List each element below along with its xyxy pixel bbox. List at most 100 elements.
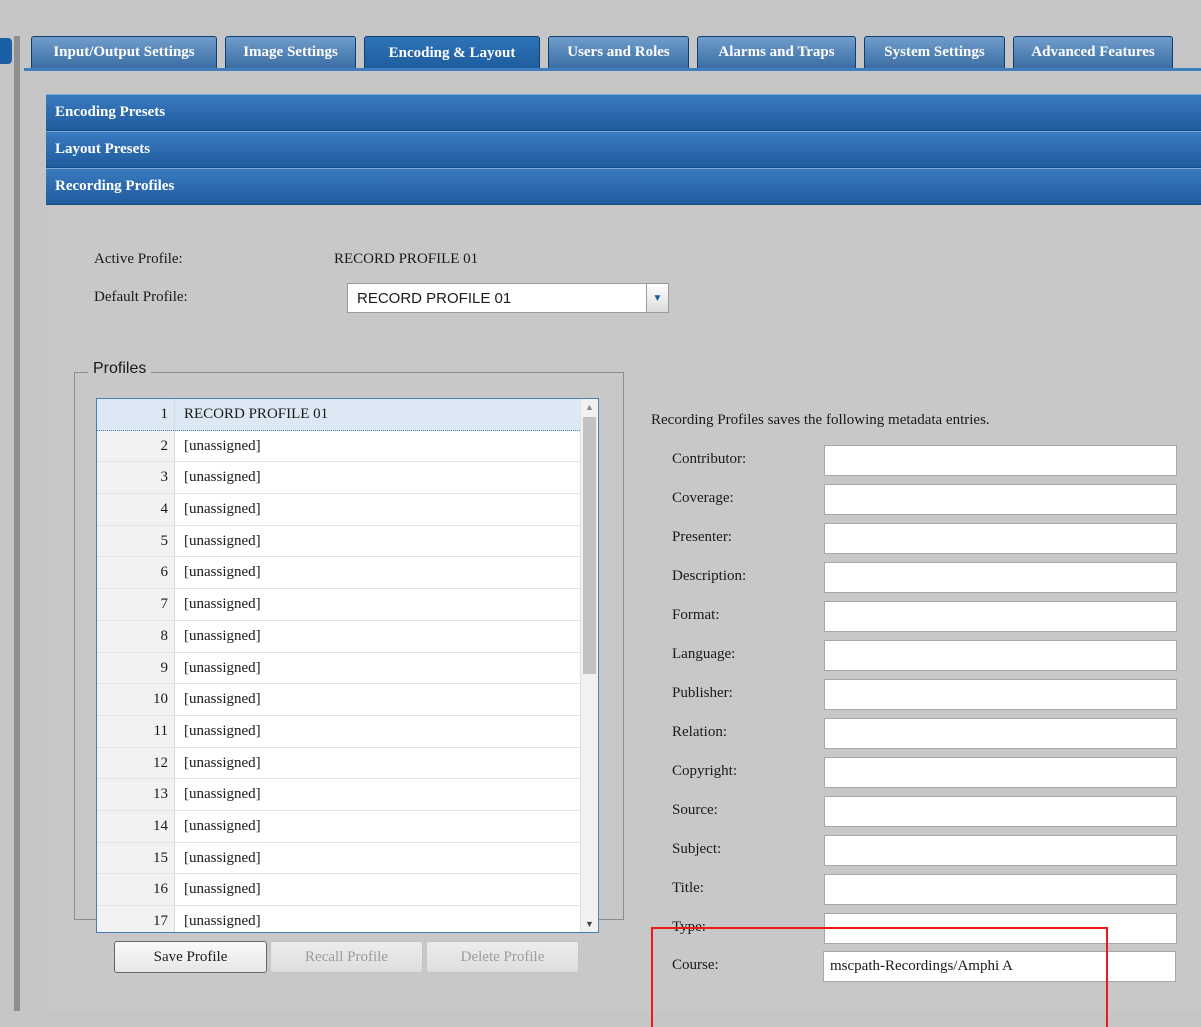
description-label: Description: [672,568,747,584]
profile-row-number: 15 [97,842,175,874]
profile-row-name: [unassigned] [184,817,261,834]
coverage-input[interactable] [824,484,1177,515]
tab-encoding-layout[interactable]: Encoding & Layout [364,36,540,70]
description-input[interactable] [824,562,1177,593]
profile-row[interactable]: 12 [unassigned] [97,747,598,780]
contributor-label: Contributor: [672,451,747,467]
presenter-input[interactable] [824,523,1177,554]
profile-row-name: [unassigned] [184,501,261,518]
profile-row[interactable]: 10 [unassigned] [97,684,598,716]
tab-input-output-settings[interactable]: Input/Output Settings [31,36,217,68]
default-profile-label: Default Profile: [94,289,188,305]
subject-label: Subject: [672,841,722,857]
metadata-intro: Recording Profiles saves the following m… [651,412,990,428]
left-gutter [0,0,24,1011]
profile-row-name: [unassigned] [184,469,261,486]
tab-system-settings[interactable]: System Settings [864,36,1005,68]
profile-row[interactable]: 11 [unassigned] [97,715,598,748]
profile-row-name: [unassigned] [184,881,261,898]
section-layout-presets[interactable]: Layout Presets [46,131,1201,168]
save-profile-button[interactable]: Save Profile [114,941,267,973]
profile-row[interactable]: 17 [unassigned] [97,906,598,932]
coverage-label: Coverage: [672,490,734,506]
profile-row-number: 13 [97,779,175,810]
profile-row[interactable]: 9 [unassigned] [97,652,598,685]
profile-row-number: 1 [97,399,175,430]
scroll-down-icon[interactable]: ▼ [581,916,598,932]
format-input[interactable] [824,601,1177,632]
publisher-label: Publisher: [672,685,733,701]
language-label: Language: [672,646,736,662]
profile-row-name: [unassigned] [184,691,261,708]
profile-row-name: [unassigned] [184,564,261,581]
section-recording-profiles[interactable]: Recording Profiles [46,168,1201,205]
title-label: Title: [672,880,704,896]
profile-row[interactable]: 3 [unassigned] [97,462,598,495]
profile-row[interactable]: 13 [unassigned] [97,779,598,811]
subject-input[interactable] [824,835,1177,866]
profile-row-name: [unassigned] [184,786,261,803]
copyright-input[interactable] [824,757,1177,788]
delete-profile-button[interactable]: Delete Profile [426,941,579,973]
publisher-input[interactable] [824,679,1177,710]
profile-row[interactable]: 2 [unassigned] [97,430,598,463]
section-title: Encoding Presets [55,104,166,120]
profile-row-name: [unassigned] [184,437,261,454]
recall-profile-button[interactable]: Recall Profile [270,941,423,973]
format-label: Format: [672,607,720,623]
contributor-input[interactable] [824,445,1177,476]
profile-row-number: 16 [97,874,175,905]
profiles-list[interactable]: 1 RECORD PROFILE 01 2 [unassigned] 3 [unassig… [96,398,599,933]
tab-alarms-and-traps[interactable]: Alarms and Traps [697,36,856,68]
profile-row[interactable]: 16 [unassigned] [97,874,598,906]
tab-advanced-features[interactable]: Advanced Features [1013,36,1173,68]
profile-row-name: [unassigned] [184,596,261,613]
tab-users-and-roles[interactable]: Users and Roles [548,36,689,68]
profiles-legend: Profiles [88,360,152,378]
profile-row-number: 9 [97,652,175,684]
chevron-down-icon[interactable]: ▼ [646,284,668,312]
profile-row-number: 10 [97,684,175,715]
scroll-up-icon[interactable]: ▲ [581,399,598,415]
profile-row-number: 6 [97,557,175,589]
profile-row-name: [unassigned] [184,913,261,929]
tab-image-settings[interactable]: Image Settings [225,36,356,68]
left-splitter[interactable] [14,36,20,1011]
scroll-thumb[interactable] [583,417,596,674]
active-profile-label: Active Profile: [94,251,183,267]
profile-row-number: 3 [97,462,175,494]
profile-row[interactable]: 7 [unassigned] [97,589,598,621]
profile-row-name: [unassigned] [184,754,261,771]
profile-row[interactable]: 15 [unassigned] [97,842,598,875]
presenter-label: Presenter: [672,529,732,545]
profile-row[interactable]: 14 [unassigned] [97,810,598,843]
section-title: Layout Presets [55,141,151,157]
profile-row[interactable]: 6 [unassigned] [97,557,598,590]
default-profile-select[interactable]: RECORD PROFILE 01 ▼ [347,283,669,313]
profile-row[interactable]: 8 [unassigned] [97,620,598,653]
profile-row-number: 2 [97,430,175,462]
tab-bar: Input/Output Settings Image Settings Enc… [24,36,1201,70]
profile-row-name: [unassigned] [184,532,261,549]
active-profile-value: RECORD PROFILE 01 [334,251,479,267]
section-encoding-presets[interactable]: Encoding Presets [46,94,1201,131]
section-title: Recording Profiles [55,178,175,194]
source-label: Source: [672,802,718,818]
collapse-handle[interactable] [0,38,12,64]
profile-row-number: 8 [97,620,175,652]
profile-row[interactable]: 4 [unassigned] [97,494,598,526]
relation-label: Relation: [672,724,727,740]
profile-row[interactable]: 5 [unassigned] [97,525,598,558]
profile-row-number: 17 [97,906,175,932]
profile-row-number: 4 [97,494,175,525]
profile-row[interactable]: 1 RECORD PROFILE 01 [97,399,598,431]
title-input[interactable] [824,874,1177,905]
profile-row-number: 7 [97,589,175,620]
profile-row-name: [unassigned] [184,849,261,866]
profile-row-name: [unassigned] [184,627,261,644]
language-input[interactable] [824,640,1177,671]
source-input[interactable] [824,796,1177,827]
profile-row-number: 11 [97,715,175,747]
profiles-list-scrollbar[interactable]: ▲ ▼ [580,399,598,932]
relation-input[interactable] [824,718,1177,749]
